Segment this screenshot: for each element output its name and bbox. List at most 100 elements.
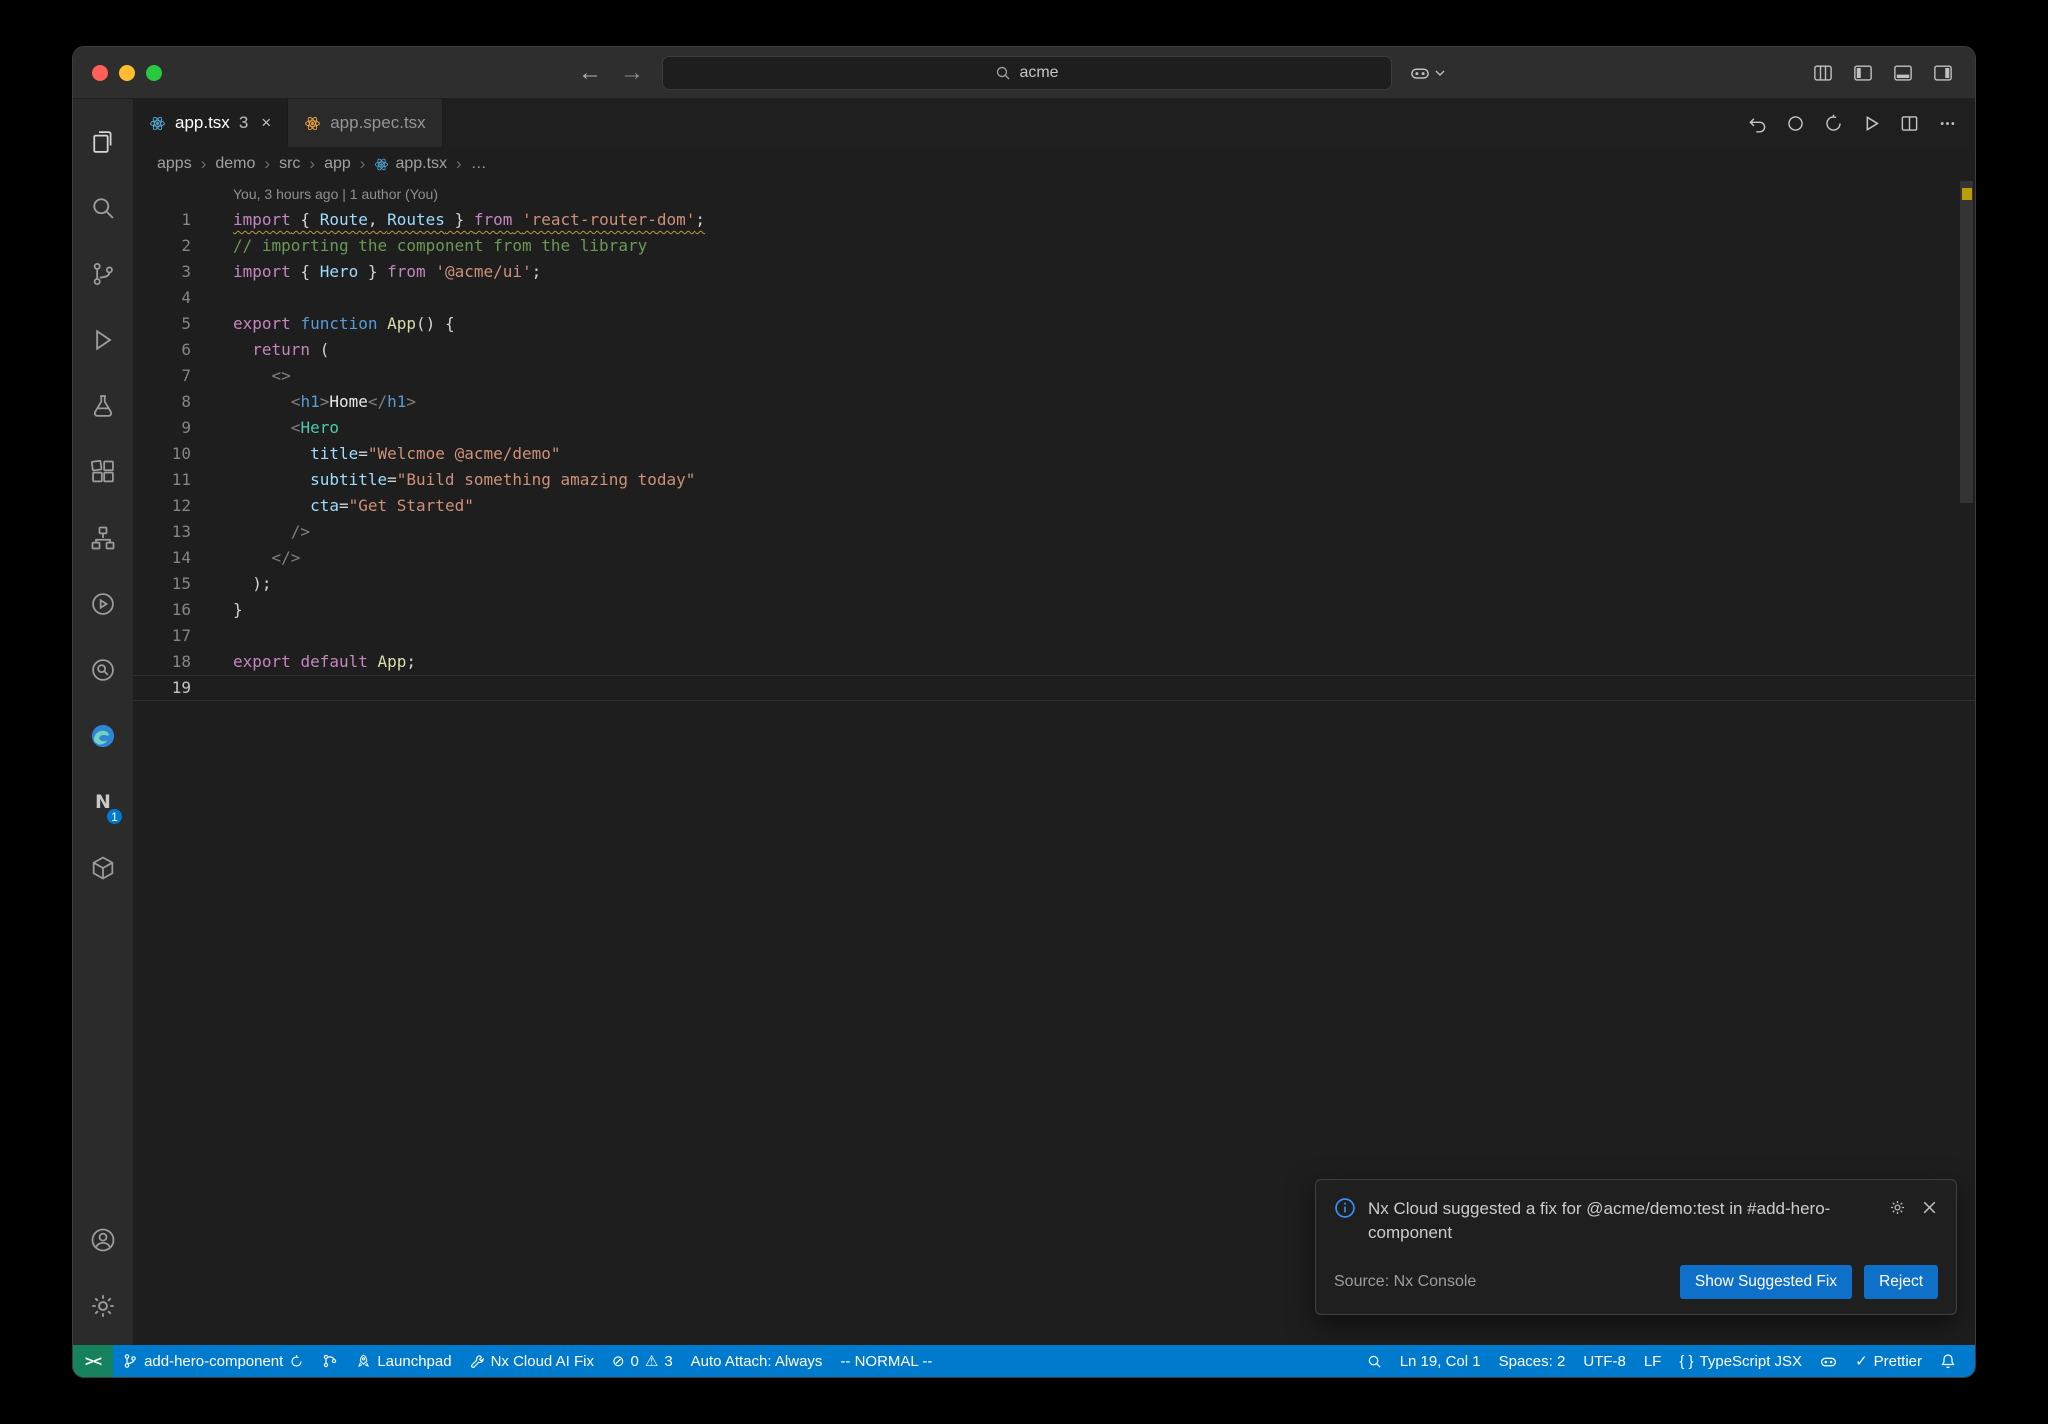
code-line[interactable]: 13 /> (133, 519, 1975, 545)
breadcrumb-item-file[interactable]: app.tsx (374, 155, 447, 173)
code-line[interactable]: 19 (133, 675, 1975, 701)
customize-layout-icon[interactable] (1813, 63, 1833, 83)
line-number[interactable]: 10 (133, 441, 191, 467)
line-number[interactable]: 7 (133, 363, 191, 389)
testing-icon[interactable] (73, 373, 133, 439)
rerun-icon[interactable] (1824, 114, 1843, 133)
zoom-indicator[interactable] (1358, 1345, 1391, 1377)
open-changes-icon[interactable] (1748, 114, 1767, 133)
code-line[interactable]: 18 export default App; (133, 649, 1975, 675)
code-line[interactable]: 12 cta="Get Started" (133, 493, 1975, 519)
line-number[interactable]: 14 (133, 545, 191, 571)
search-icon[interactable] (73, 175, 133, 241)
close-tab-icon[interactable]: × (261, 113, 271, 133)
nx-console-icon[interactable]: N 1 (73, 769, 133, 835)
breadcrumb-item[interactable]: app (324, 155, 351, 173)
vim-mode-indicator[interactable]: -- NORMAL -- (831, 1345, 941, 1377)
toggle-secondary-sidebar-icon[interactable] (1933, 63, 1953, 83)
nx-cloud-fix-item[interactable]: Nx Cloud AI Fix (461, 1345, 603, 1377)
launchpad-item[interactable]: Launchpad (347, 1345, 460, 1377)
line-number[interactable]: 9 (133, 415, 191, 441)
history-forward-button[interactable]: → (620, 60, 644, 85)
copilot-status-item[interactable] (1811, 1345, 1846, 1377)
source-control-icon[interactable] (73, 241, 133, 307)
line-number[interactable]: 5 (133, 311, 191, 337)
play-circle-icon[interactable] (73, 571, 133, 637)
line-number[interactable]: 6 (133, 337, 191, 363)
breadcrumb-item[interactable]: apps (157, 155, 192, 173)
breadcrumb-item[interactable]: demo (215, 155, 255, 173)
breadcrumb-item[interactable]: … (471, 155, 487, 173)
notification-close-icon[interactable] (1921, 1199, 1938, 1216)
remote-indicator[interactable]: >< (73, 1345, 114, 1377)
explorer-icon[interactable] (73, 109, 133, 175)
code-line[interactable]: 17 (133, 623, 1975, 649)
eol-item[interactable]: LF (1635, 1345, 1671, 1377)
line-number[interactable]: 4 (133, 285, 191, 311)
code-line[interactable]: 3 import { Hero } from '@acme/ui'; (133, 259, 1975, 285)
notification-settings-gear-icon[interactable] (1889, 1199, 1906, 1216)
code-line[interactable]: 14 </> (133, 545, 1975, 571)
settings-gear-icon[interactable] (73, 1273, 133, 1339)
language-mode-item[interactable]: { } TypeScript JSX (1670, 1345, 1811, 1377)
history-back-button[interactable]: ← (578, 60, 602, 85)
line-number[interactable]: 15 (133, 571, 191, 597)
show-suggested-fix-button[interactable]: Show Suggested Fix (1679, 1265, 1853, 1299)
code-line[interactable]: 6 return ( (133, 337, 1975, 363)
accounts-icon[interactable] (73, 1207, 133, 1273)
toggle-outline-icon[interactable] (1786, 114, 1805, 133)
line-number[interactable]: 11 (133, 467, 191, 493)
toggle-sidebar-icon[interactable] (1853, 63, 1873, 83)
split-editor-icon[interactable] (1900, 114, 1919, 133)
tab-app-spec-tsx[interactable]: app.spec.tsx (288, 99, 443, 147)
line-number[interactable]: 3 (133, 259, 191, 285)
line-number[interactable]: 1 (133, 207, 191, 233)
breadcrumb-item[interactable]: src (279, 155, 300, 173)
notifications-bell-item[interactable] (1931, 1345, 1965, 1377)
line-number[interactable]: 12 (133, 493, 191, 519)
zoom-window-button[interactable] (146, 64, 162, 81)
inspect-icon[interactable] (73, 637, 133, 703)
line-number[interactable]: 8 (133, 389, 191, 415)
problems-item[interactable]: ⊘ 0 ⚠ 3 (603, 1345, 682, 1377)
cursor-position-item[interactable]: Ln 19, Col 1 (1391, 1345, 1490, 1377)
remote-explorer-icon[interactable] (73, 505, 133, 571)
code-line[interactable]: 10 title="Welcmoe @acme/demo" (133, 441, 1975, 467)
line-number[interactable]: 2 (133, 233, 191, 259)
git-branch-item[interactable]: add-hero-component (113, 1345, 313, 1377)
code-line[interactable]: 16} (133, 597, 1975, 623)
run-file-icon[interactable] (1862, 114, 1881, 133)
scrollbar-thumb[interactable] (1960, 181, 1973, 503)
code-line[interactable]: 1 import { Route, Routes } from 'react-ro… (133, 207, 1975, 233)
tab-app-tsx[interactable]: app.tsx 3 × (133, 99, 289, 147)
line-number[interactable]: 13 (133, 519, 191, 545)
command-center-search[interactable]: acme (662, 55, 1392, 90)
minimize-window-button[interactable] (119, 64, 135, 81)
toggle-panel-icon[interactable] (1893, 63, 1913, 83)
line-number[interactable]: 16 (133, 597, 191, 623)
extensions-icon[interactable] (73, 439, 133, 505)
auto-attach-item[interactable]: Auto Attach: Always (682, 1345, 832, 1377)
formatter-item[interactable]: ✓ Prettier (1846, 1345, 1931, 1377)
code-line[interactable]: 7 <> (133, 363, 1975, 389)
code-line[interactable]: 5 export function App() { (133, 311, 1975, 337)
code-line[interactable]: 4 (133, 285, 1975, 311)
edge-browser-icon[interactable] (73, 703, 133, 769)
run-debug-icon[interactable] (73, 307, 133, 373)
commit-graph-item[interactable] (313, 1345, 347, 1377)
encoding-item[interactable]: UTF-8 (1574, 1345, 1635, 1377)
indentation-item[interactable]: Spaces: 2 (1490, 1345, 1575, 1377)
code-line[interactable]: 8 <h1>Home</h1> (133, 389, 1975, 415)
copilot-menu[interactable] (1410, 63, 1446, 83)
line-number[interactable]: 19 (133, 675, 191, 701)
code-editor[interactable]: You, 3 hours ago | 1 author (You) 1 impor… (133, 181, 1975, 1345)
code-line[interactable]: 11 subtitle="Build something amazing tod… (133, 467, 1975, 493)
package-icon[interactable] (73, 835, 133, 901)
code-line[interactable]: 9 <Hero (133, 415, 1975, 441)
close-window-button[interactable] (92, 64, 108, 81)
code-line[interactable]: 15 ); (133, 571, 1975, 597)
code-line[interactable]: 2 // importing the component from the lib… (133, 233, 1975, 259)
line-number[interactable]: 18 (133, 649, 191, 675)
reject-button[interactable]: Reject (1864, 1265, 1938, 1299)
more-actions-icon[interactable] (1938, 114, 1957, 133)
